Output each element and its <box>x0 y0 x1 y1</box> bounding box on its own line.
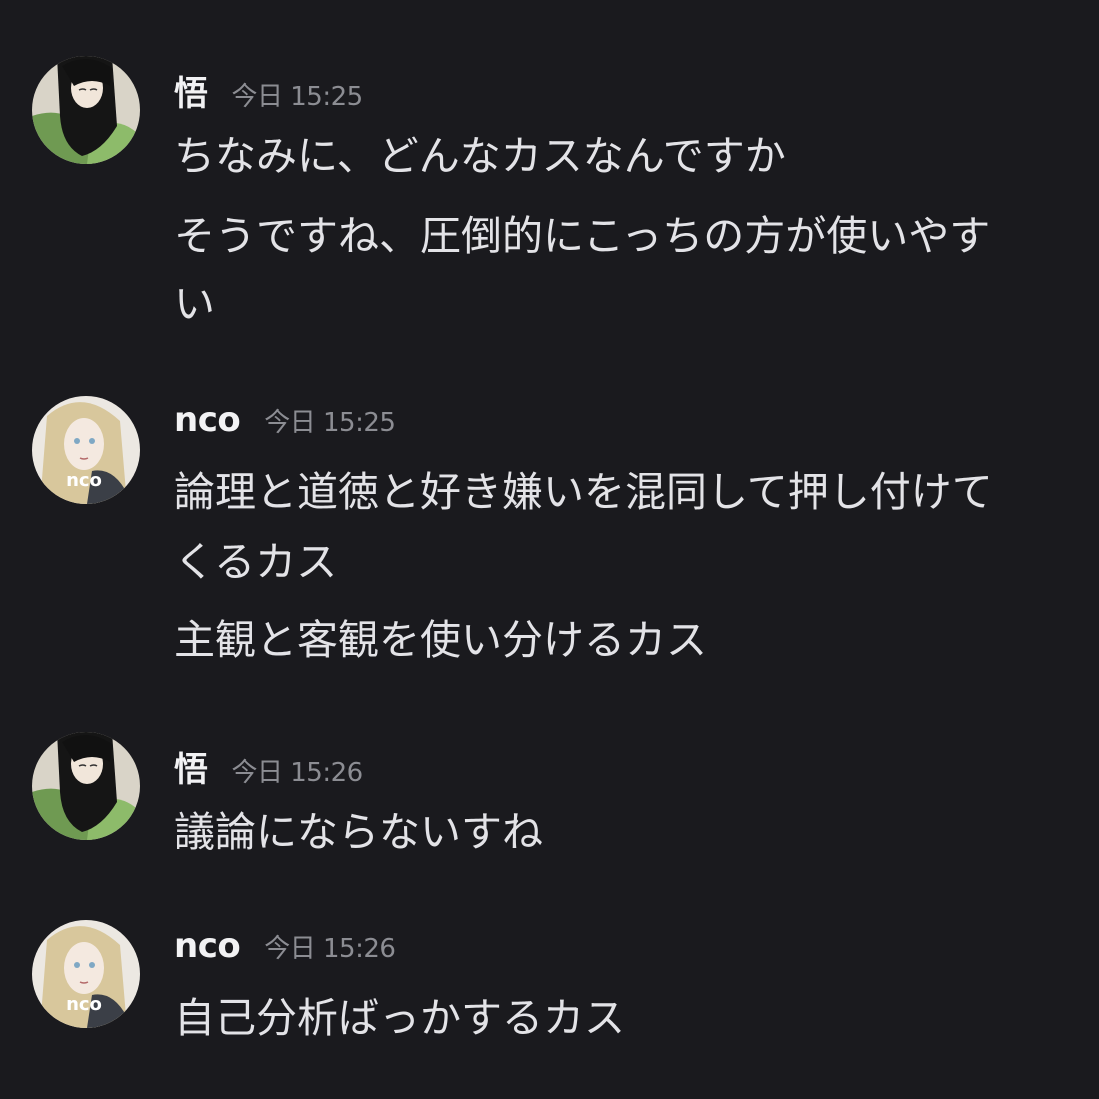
message-text: そうですね、圧倒的にこっちの方が使いやす <box>174 212 991 260</box>
username[interactable]: 悟 <box>174 742 208 791</box>
username[interactable]: 悟 <box>174 66 208 115</box>
avatar[interactable]: nco <box>32 396 140 504</box>
user-avatar-nco-icon: nco <box>32 920 140 1028</box>
message-text: ちなみに、どんなカスなんですか <box>174 132 786 180</box>
timestamp: 今日 15:26 <box>231 758 364 788</box>
timestamp: 今日 15:26 <box>264 934 396 964</box>
user-avatar-goku-icon <box>32 56 140 164</box>
message-text: くるカス <box>174 538 338 586</box>
avatar[interactable] <box>32 732 140 840</box>
message-text: 主観と客観を使い分けるカス <box>174 616 707 664</box>
chat-screen: { "messages": [ { "author": "悟", "avatar… <box>0 0 1099 1099</box>
avatar-text: nco <box>66 470 102 491</box>
avatar-text: nco <box>66 994 102 1015</box>
message-text: 論理と道徳と好き嫌いを混同して押し付けて <box>174 468 993 516</box>
user-avatar-nco-icon: nco <box>32 396 140 504</box>
avatar[interactable]: nco <box>32 920 140 1028</box>
message-header: 悟 今日 15:26 <box>174 742 363 792</box>
avatar[interactable] <box>32 56 140 164</box>
timestamp: 今日 15:25 <box>231 82 364 112</box>
username[interactable]: nco <box>174 400 241 440</box>
message-text: 自己分析ばっかするカス <box>174 994 625 1042</box>
message-text: 議論にならないすね <box>174 808 543 856</box>
message-header: 悟 今日 15:25 <box>174 66 363 116</box>
message-text: い <box>174 280 215 328</box>
timestamp: 今日 15:25 <box>264 408 396 438</box>
username[interactable]: nco <box>174 926 241 966</box>
message-header: nco 今日 15:26 <box>174 926 396 976</box>
message-header: nco 今日 15:25 <box>174 400 396 450</box>
user-avatar-goku-icon <box>32 732 140 840</box>
